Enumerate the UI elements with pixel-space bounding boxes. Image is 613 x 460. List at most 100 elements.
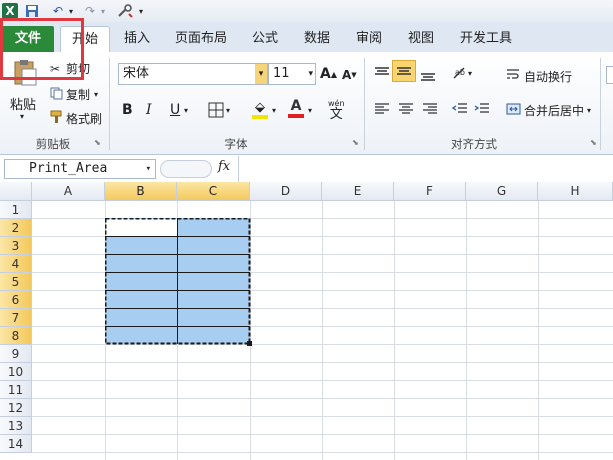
shrink-font-icon[interactable]: A ▼	[342, 68, 357, 82]
selected-range[interactable]	[105, 218, 252, 346]
row-header[interactable]: 6	[0, 291, 32, 309]
save-icon[interactable]	[24, 3, 40, 19]
wrap-text-button[interactable]: 自动换行	[506, 68, 572, 85]
tab-home[interactable]: 开始	[60, 26, 110, 53]
paste-icon[interactable]	[10, 58, 42, 88]
row-header[interactable]: 7	[0, 309, 32, 327]
format-painter-button[interactable]: 格式刷	[50, 110, 102, 127]
undo-icon[interactable]: ↶	[50, 3, 66, 19]
column-header[interactable]: F	[394, 182, 466, 201]
ribbon-tabs: 文件 开始 插入 页面布局 公式 数据 审阅 视图 开发工具	[0, 22, 613, 53]
row-header[interactable]: 5	[0, 273, 32, 291]
excel-logo-icon: X	[2, 3, 18, 19]
paste-dropdown-icon[interactable]: ▾	[20, 112, 24, 121]
column-header[interactable]: H	[538, 182, 613, 201]
cut-label: 剪切	[66, 62, 91, 76]
fill-handle[interactable]	[247, 341, 252, 346]
copy-dropdown-icon[interactable]: ▾	[94, 90, 98, 99]
insert-function-icon[interactable]: fx	[218, 159, 230, 174]
column-header[interactable]: B	[105, 182, 177, 201]
tab-review[interactable]: 审阅	[348, 26, 390, 52]
row-header[interactable]: 4	[0, 255, 32, 273]
font-color-button[interactable]: A	[288, 98, 304, 118]
tab-file[interactable]: 文件	[2, 26, 54, 52]
align-bottom-icon[interactable]	[420, 68, 436, 82]
format-painter-label: 格式刷	[66, 112, 103, 126]
row-header[interactable]: 14	[0, 435, 32, 453]
copy-icon	[50, 87, 66, 103]
align-right-icon[interactable]	[422, 102, 438, 116]
tab-view[interactable]: 视图	[400, 26, 442, 52]
underline-dropdown-icon[interactable]: ▾	[184, 106, 188, 115]
column-header[interactable]: E	[322, 182, 394, 201]
orientation-icon[interactable]: ab ▾	[452, 66, 472, 80]
alignment-group-label: 对齐方式	[451, 137, 497, 151]
number-format-select[interactable]	[606, 66, 613, 84]
row-header[interactable]: 3	[0, 237, 32, 255]
align-left-icon[interactable]	[374, 102, 390, 116]
font-size-select[interactable]: 11 ▾	[268, 63, 316, 85]
grow-font-icon[interactable]: A ▲	[320, 66, 337, 82]
borders-dropdown-icon[interactable]: ▾	[226, 106, 230, 115]
copy-button[interactable]: 复制 ▾	[50, 86, 98, 103]
column-header[interactable]: A	[32, 182, 105, 201]
formula-input[interactable]	[238, 156, 613, 182]
font-size-dropdown-icon[interactable]: ▾	[308, 64, 313, 84]
align-center-icon[interactable]	[398, 102, 414, 116]
tab-developer[interactable]: 开发工具	[454, 26, 518, 52]
column-header[interactable]: G	[466, 182, 538, 201]
name-box[interactable]: Print_Area ▾	[4, 159, 156, 179]
format-painter-icon	[50, 110, 66, 127]
tab-page-layout[interactable]: 页面布局	[166, 26, 236, 52]
tab-insert[interactable]: 插入	[116, 26, 158, 52]
name-box-dropdown-icon[interactable]: ▾	[146, 160, 151, 178]
select-all-corner[interactable]	[0, 182, 32, 201]
decrease-indent-icon[interactable]	[452, 102, 468, 116]
tab-data[interactable]: 数据	[296, 26, 338, 52]
redo-icon[interactable]: ↷	[82, 3, 98, 19]
fill-color-button[interactable]: ⬙	[252, 100, 268, 119]
customize-qat-icon[interactable]: ▾	[136, 3, 146, 19]
active-cell[interactable]	[106, 219, 177, 236]
formula-bar-splitter[interactable]	[160, 160, 212, 178]
clipboard-launcher-icon[interactable]: ⬊	[94, 138, 101, 147]
cut-button[interactable]: ✂ 剪切	[50, 60, 90, 77]
fill-color-dropdown-icon[interactable]: ▾	[272, 106, 276, 115]
row-header[interactable]: 8	[0, 327, 32, 345]
orientation-dropdown-icon[interactable]: ▾	[468, 69, 472, 78]
ribbon-home: 粘贴 ▾ ✂ 剪切 复制 ▾ 格式刷 剪贴板 ⬊ 宋体 ▾ 11 ▾ A ▲ A ▼…	[0, 52, 613, 155]
worksheet-grid[interactable]: A B C D E F G H 1 2 3 4 5 6 7 8 9 10 11 …	[0, 182, 613, 460]
merge-center-button[interactable]: 合并后居中 ▾	[506, 102, 591, 119]
redo-dropdown-icon[interactable]: ▾	[98, 3, 108, 19]
column-header[interactable]: D	[250, 182, 322, 201]
align-top-icon[interactable]	[374, 66, 390, 80]
alignment-launcher-icon[interactable]: ⬊	[590, 138, 597, 147]
row-header[interactable]: 1	[0, 201, 32, 219]
row-header[interactable]: 2	[0, 219, 32, 237]
underline-button[interactable]: U	[170, 102, 180, 118]
wrap-text-icon	[506, 68, 524, 85]
column-header[interactable]: C	[177, 182, 250, 201]
paste-button[interactable]: 粘贴	[10, 94, 36, 113]
row-header[interactable]: 9	[0, 345, 32, 363]
tools-icon[interactable]	[116, 3, 134, 19]
phonetic-button[interactable]: wén 文	[328, 98, 345, 121]
row-header[interactable]: 13	[0, 417, 32, 435]
align-middle-icon[interactable]	[392, 60, 416, 82]
undo-dropdown-icon[interactable]: ▾	[66, 3, 76, 19]
row-header[interactable]: 12	[0, 399, 32, 417]
row-header[interactable]: 10	[0, 363, 32, 381]
row-header[interactable]: 11	[0, 381, 32, 399]
copy-label: 复制	[66, 88, 91, 102]
tab-formulas[interactable]: 公式	[244, 26, 286, 52]
merge-dropdown-icon[interactable]: ▾	[587, 106, 591, 115]
font-launcher-icon[interactable]: ⬊	[352, 138, 359, 147]
italic-button[interactable]: I	[146, 102, 152, 118]
font-name-value: 宋体	[123, 66, 150, 81]
font-name-dropdown-icon[interactable]: ▾	[255, 64, 267, 84]
font-color-dropdown-icon[interactable]: ▾	[308, 106, 312, 115]
bold-button[interactable]: B	[122, 102, 133, 118]
borders-button[interactable]: ▾	[208, 102, 230, 118]
font-name-select[interactable]: 宋体 ▾	[118, 63, 268, 85]
increase-indent-icon[interactable]	[474, 102, 490, 116]
